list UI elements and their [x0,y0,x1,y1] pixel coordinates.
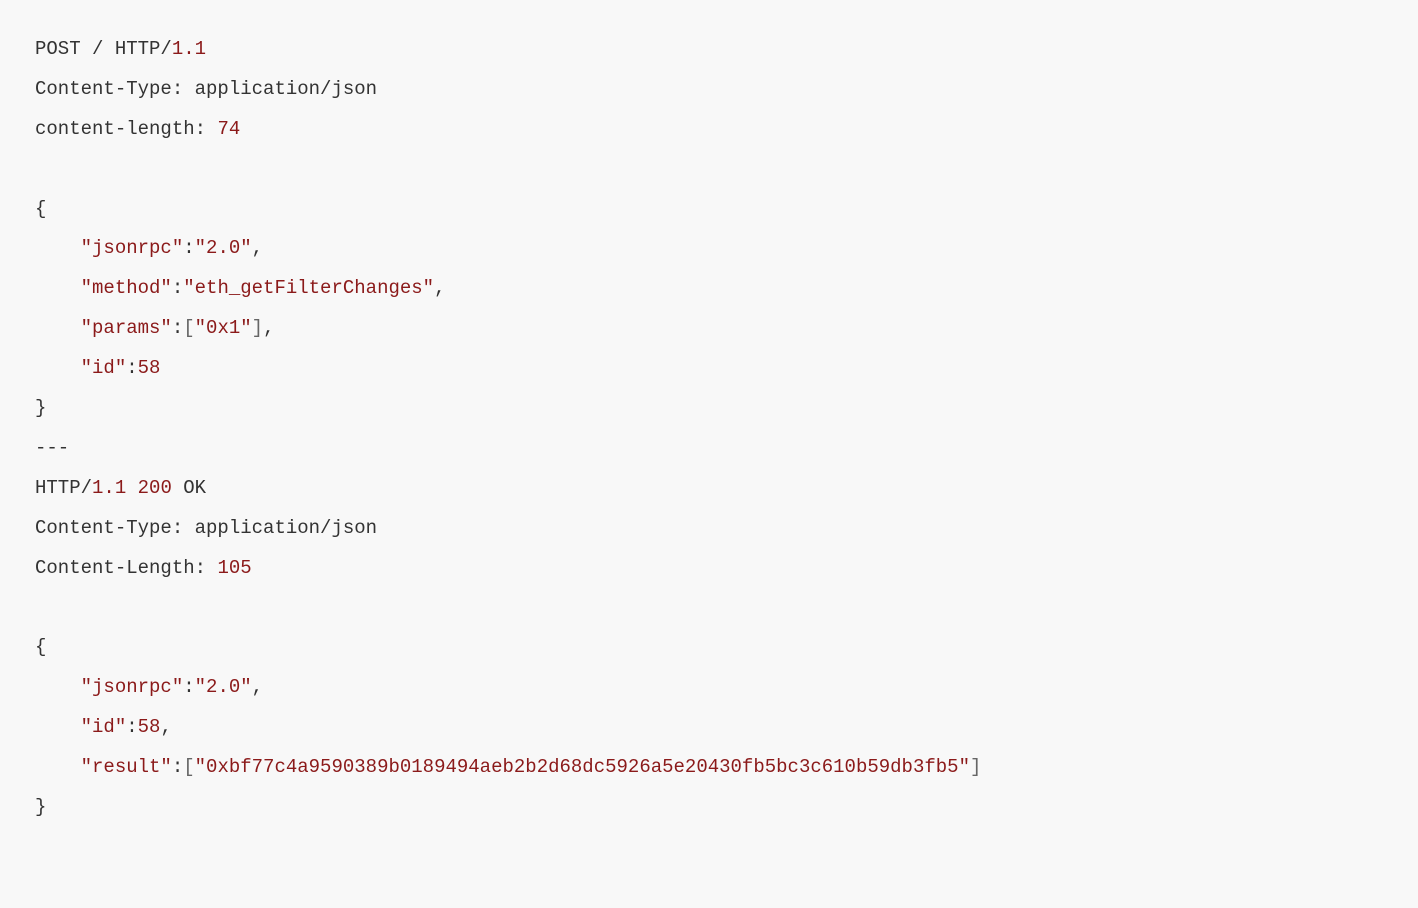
method-value: "eth_getFilterChanges" [183,277,434,299]
request-content-type: Content-Type: application/json [35,78,377,100]
response-status-code: 200 [138,477,172,499]
jsonrpc-key: "jsonrpc" [81,237,184,259]
id-value: 58 [138,716,161,738]
request-http-version: 1.1 [172,38,206,60]
comma: , [263,317,274,339]
colon: : [126,716,137,738]
response-content-length-label: Content-Length: [35,557,217,579]
array-close: ] [252,317,263,339]
result-value: "0xbf77c4a9590389b0189494aeb2b2d68dc5926… [195,756,970,778]
response-content-length-value: 105 [217,557,251,579]
array-open: [ [183,317,194,339]
jsonrpc-value: "2.0" [195,676,252,698]
id-key: "id" [81,716,127,738]
comma: , [252,237,263,259]
request-content-length-label: content-length: [35,118,217,140]
json-open-brace: { [35,198,46,220]
array-close: ] [970,756,981,778]
method-key: "method" [81,277,172,299]
request-method: POST [35,38,81,60]
json-close-brace: } [35,397,46,419]
colon: : [183,237,194,259]
response-status-text: OK [172,477,206,499]
json-close-brace: } [35,796,46,818]
colon: : [126,357,137,379]
response-content-type: Content-Type: application/json [35,517,377,539]
json-open-brace: { [35,636,46,658]
id-value: 58 [138,357,161,379]
comma: , [434,277,445,299]
params-key: "params" [81,317,172,339]
result-key: "result" [81,756,172,778]
colon: : [172,277,183,299]
jsonrpc-key: "jsonrpc" [81,676,184,698]
params-value: "0x1" [195,317,252,339]
comma: , [160,716,171,738]
colon: : [183,676,194,698]
request-path: / HTTP/ [81,38,172,60]
separator: --- [35,437,69,459]
colon: : [172,756,183,778]
response-http-version: 1.1 [92,477,126,499]
response-protocol: HTTP/ [35,477,92,499]
comma: , [252,676,263,698]
array-open: [ [183,756,194,778]
colon: : [172,317,183,339]
id-key: "id" [81,357,127,379]
code-block: POST / HTTP/1.1 Content-Type: applicatio… [35,30,1388,828]
jsonrpc-value: "2.0" [195,237,252,259]
request-content-length-value: 74 [217,118,240,140]
